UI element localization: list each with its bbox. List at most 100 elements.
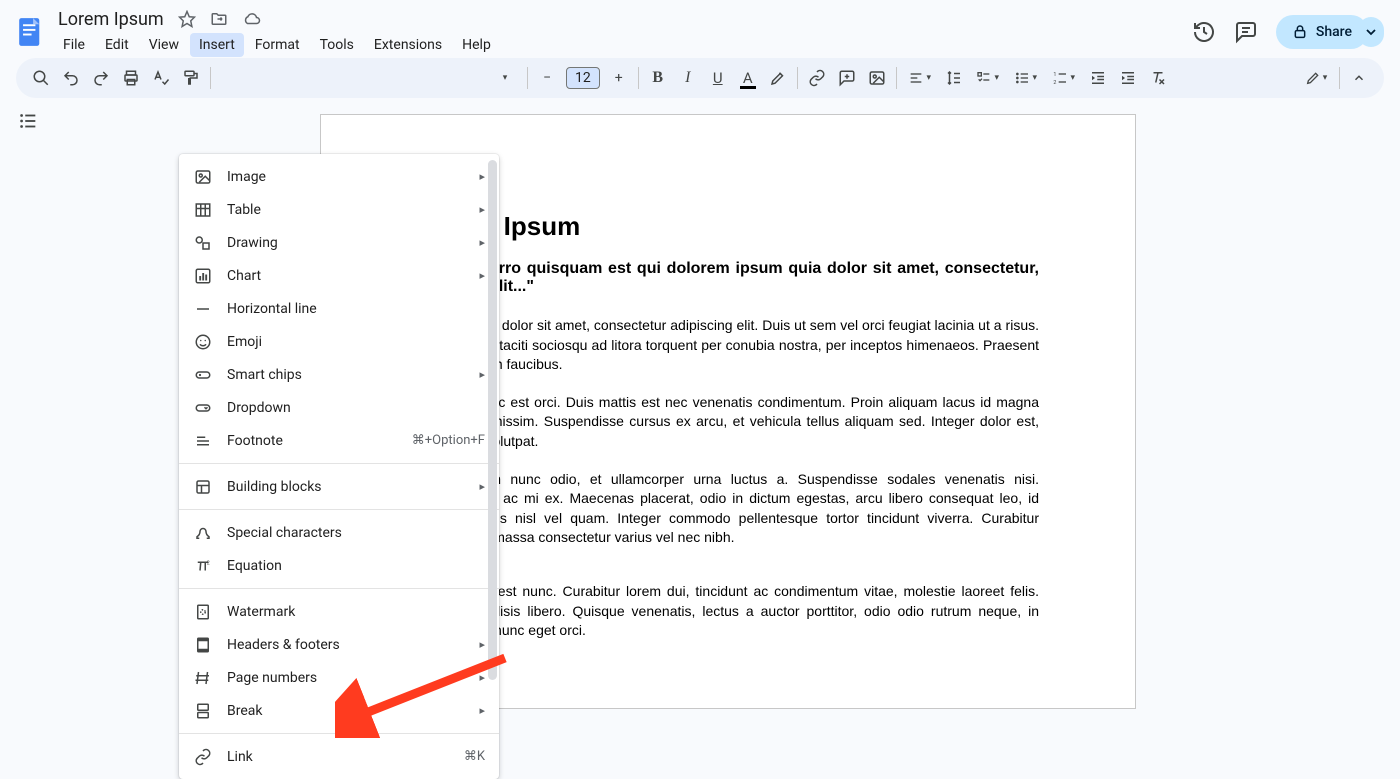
- cloud-status-icon[interactable]: [242, 10, 262, 28]
- add-comment-icon[interactable]: [832, 63, 862, 93]
- share-caret[interactable]: [1358, 17, 1384, 47]
- clear-format-icon[interactable]: [1143, 63, 1173, 93]
- spellcheck-icon[interactable]: [146, 63, 176, 93]
- svg-text:2: 2: [207, 560, 210, 566]
- menu-help[interactable]: Help: [453, 33, 500, 57]
- insert-menu-item-emoji[interactable]: Emoji: [179, 325, 499, 358]
- text-color-icon[interactable]: A: [733, 63, 763, 93]
- blocks-icon: [193, 478, 213, 496]
- menu-item-label: Headers & footers: [227, 637, 479, 653]
- insert-menu-item-break[interactable]: Break: [179, 694, 499, 727]
- menu-tools[interactable]: Tools: [311, 33, 363, 57]
- insert-menu-item-drawing[interactable]: Drawing: [179, 226, 499, 259]
- outdent-icon[interactable]: [1083, 63, 1113, 93]
- menu-item-label: Page numbers: [227, 670, 479, 686]
- align-icon[interactable]: [901, 63, 939, 93]
- underline-icon[interactable]: U: [703, 63, 733, 93]
- bulleted-list-icon[interactable]: [1007, 63, 1045, 93]
- insert-menu-item-image[interactable]: Image: [179, 160, 499, 193]
- menu-item-label: Special characters: [227, 525, 485, 541]
- edit-mode-icon[interactable]: [1297, 63, 1335, 93]
- doc-quote: "Neque porro quisquam est qui dolorem ip…: [417, 260, 1039, 296]
- insert-menu-item-dropdown[interactable]: Dropdown: [179, 391, 499, 424]
- font-size-plus[interactable]: +: [604, 63, 634, 93]
- drawing-icon: [193, 234, 213, 252]
- insert-image-icon[interactable]: [862, 63, 892, 93]
- print-icon[interactable]: [116, 63, 146, 93]
- paint-format-icon[interactable]: [176, 63, 206, 93]
- pagenum-icon: [193, 669, 213, 687]
- doc-title[interactable]: Lorem Ipsum: [54, 8, 168, 31]
- insert-menu-item-chart[interactable]: Chart: [179, 259, 499, 292]
- numbered-list-icon[interactable]: 12: [1045, 63, 1083, 93]
- menu-format[interactable]: Format: [246, 33, 309, 57]
- emoji-icon: [193, 333, 213, 351]
- chart-icon: [193, 267, 213, 285]
- doc-paragraph: Lorem ipsum dolor sit amet, consectetur …: [417, 316, 1039, 375]
- star-icon[interactable]: [178, 10, 196, 28]
- share-button[interactable]: Share: [1276, 15, 1368, 49]
- menu-item-label: Break: [227, 703, 479, 719]
- comment-icon[interactable]: [1234, 20, 1258, 44]
- image-icon: [193, 168, 213, 186]
- insert-menu-item-special-characters[interactable]: Special characters: [179, 516, 499, 549]
- menu-item-label: Chart: [227, 268, 479, 284]
- doc-paragraph: Phasellus nec est orci. Duis mattis est …: [417, 393, 1039, 452]
- doc-paragraph: Duis pretium nunc odio, et ullamcorper u…: [417, 470, 1039, 548]
- svg-text:2: 2: [1054, 80, 1057, 86]
- menu-item-shortcut: ⌘K: [464, 749, 485, 764]
- svg-text:1: 1: [1054, 72, 1057, 78]
- indent-icon[interactable]: [1113, 63, 1143, 93]
- highlight-icon[interactable]: [763, 63, 793, 93]
- insert-menu-item-watermark[interactable]: Watermark: [179, 595, 499, 628]
- line-spacing-icon[interactable]: [939, 63, 969, 93]
- insert-menu-dropdown: Image Table Drawing Chart Horizontal lineEmo…: [179, 154, 499, 779]
- insert-menu-item-smart-chips[interactable]: Smart chips: [179, 358, 499, 391]
- undo-icon[interactable]: [56, 63, 86, 93]
- dropdown-scrollbar[interactable]: [488, 160, 497, 773]
- menubar: File Edit View Insert Format Tools Exten…: [54, 33, 1192, 57]
- menu-item-label: Image: [227, 169, 479, 185]
- menu-separator: [179, 733, 499, 734]
- menu-extensions[interactable]: Extensions: [365, 33, 451, 57]
- insert-link-icon[interactable]: [802, 63, 832, 93]
- bold-icon[interactable]: B: [643, 63, 673, 93]
- move-icon[interactable]: [210, 10, 228, 28]
- search-menus-icon[interactable]: [26, 63, 56, 93]
- insert-menu-item-footnote[interactable]: Footnote⌘+Option+F: [179, 424, 499, 457]
- menu-separator: [179, 588, 499, 589]
- toolbar: − 12 + B I U A 12: [16, 58, 1384, 98]
- menu-item-label: Building blocks: [227, 479, 479, 495]
- watermark-icon: [193, 603, 213, 621]
- menu-view[interactable]: View: [140, 33, 188, 57]
- redo-icon[interactable]: [86, 63, 116, 93]
- styles-select[interactable]: [485, 63, 523, 93]
- outline-icon[interactable]: [17, 110, 39, 709]
- insert-menu-item-table[interactable]: Table: [179, 193, 499, 226]
- omega-icon: [193, 524, 213, 542]
- menu-edit[interactable]: Edit: [96, 33, 138, 57]
- font-size-minus[interactable]: −: [532, 63, 562, 93]
- docs-logo[interactable]: [10, 12, 50, 52]
- menu-separator: [179, 463, 499, 464]
- checklist-icon[interactable]: [969, 63, 1007, 93]
- hr-icon: [193, 300, 213, 318]
- font-size-input[interactable]: 12: [566, 67, 600, 89]
- footnote-icon: [193, 432, 213, 450]
- insert-menu-item-link[interactable]: Link⌘K: [179, 740, 499, 773]
- insert-menu-item-headers-footers[interactable]: Headers & footers: [179, 628, 499, 661]
- share-label: Share: [1316, 24, 1352, 40]
- insert-menu-item-horizontal-line[interactable]: Horizontal line: [179, 292, 499, 325]
- menu-item-label: Drawing: [227, 235, 479, 251]
- collapse-toolbar-icon[interactable]: [1344, 63, 1374, 93]
- insert-menu-item-equation[interactable]: 2Equation: [179, 549, 499, 582]
- insert-menu-item-building-blocks[interactable]: Building blocks: [179, 470, 499, 503]
- menu-item-shortcut: ⌘+Option+F: [412, 433, 485, 448]
- insert-menu-item-page-numbers[interactable]: Page numbers: [179, 661, 499, 694]
- history-icon[interactable]: [1192, 20, 1216, 44]
- menu-item-label: Table: [227, 202, 479, 218]
- menu-item-label: Dropdown: [227, 400, 485, 416]
- italic-icon[interactable]: I: [673, 63, 703, 93]
- menu-file[interactable]: File: [54, 33, 94, 57]
- menu-insert[interactable]: Insert: [190, 33, 244, 57]
